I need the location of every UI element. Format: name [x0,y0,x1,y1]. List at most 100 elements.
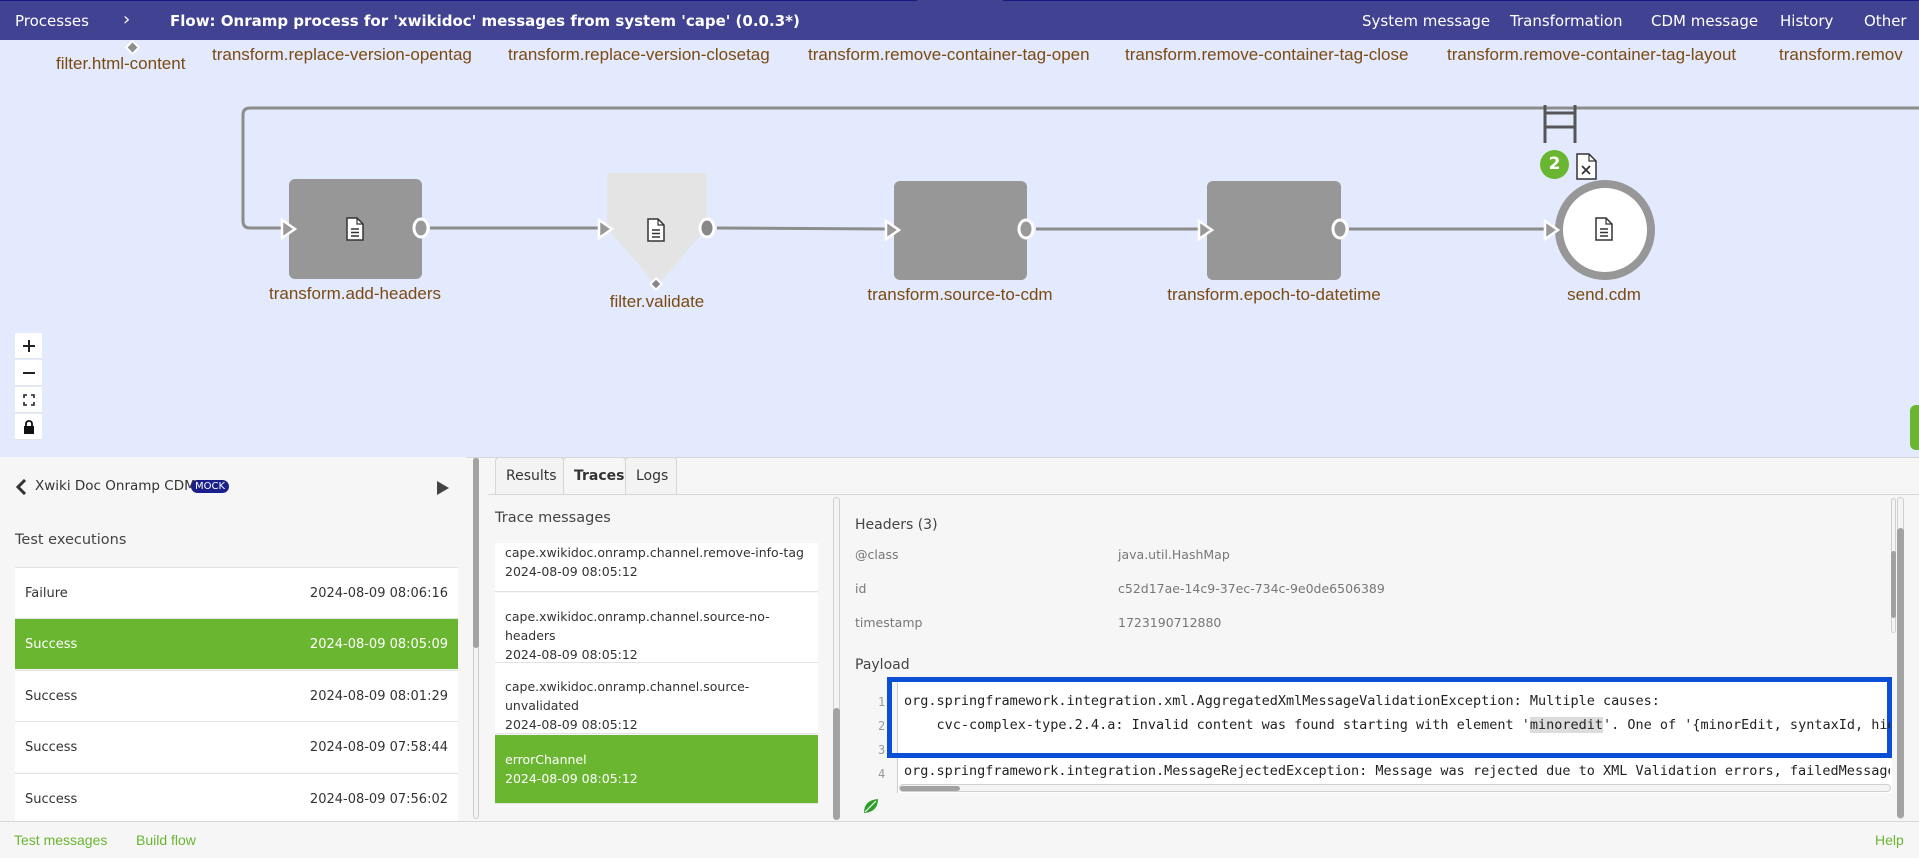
top-node-label[interactable]: transform.remove-container-tag-layout [1447,45,1736,65]
zoom-in-button[interactable] [15,333,42,359]
execution-row[interactable]: Success 2024-08-09 07:58:44 [15,721,458,772]
lock-button[interactable] [15,414,42,440]
scrollbar-thumb[interactable] [833,708,840,820]
trace-channel: cape.xwikidoc.onramp.channel.remove-info… [505,545,804,560]
edge-validate-to-source-to-cdm [716,226,895,231]
nav-history[interactable]: History [1780,12,1833,30]
details-scrollbar[interactable] [1897,497,1904,819]
test-messages-link[interactable]: Test messages [14,832,107,848]
help-link[interactable]: Help [1875,832,1904,848]
scrollbar-thumb[interactable] [1897,528,1904,818]
node-label: filter.validate [609,292,705,311]
breadcrumb-chevron-icon: › [123,9,131,30]
input-port-icon [1197,219,1215,241]
scrollbar-thumb[interactable] [900,786,960,791]
payload-h-scrollbar[interactable] [899,784,1891,792]
zoom-out-button[interactable] [15,360,42,386]
execution-time: 2024-08-09 08:06:16 [309,586,448,601]
top-node-label[interactable]: transform.remove-container-tag-open [808,45,1090,65]
line-number: 4 [878,767,886,781]
error-document-icon[interactable] [1576,153,1598,181]
top-node-label[interactable]: transform.replace-version-closetag [508,45,770,65]
trace-item-selected[interactable]: errorChannel 2024-08-09 08:05:12 [495,735,818,804]
execution-status: Success [25,792,78,807]
nav-system-message[interactable]: System message [1362,12,1490,30]
header-key: id [855,581,867,596]
node-label: transform.epoch-to-datetime [1167,285,1381,304]
loop-connection [241,106,1919,230]
execution-time: 2024-08-09 07:56:02 [309,792,448,807]
top-node-label[interactable]: transform.remove-container-tag-close [1125,45,1408,65]
side-drawer-toggle[interactable] [1910,405,1919,450]
nav-cdm-message[interactable]: CDM message [1651,12,1758,30]
footer: Test messages Build flow Help [0,821,1919,858]
payload-code-rest: org.springframework.integration.MessageR… [900,762,1890,782]
fit-view-button[interactable] [15,387,42,413]
node-transform-source-to-cdm[interactable] [894,181,1027,280]
tab-logs[interactable]: Logs [625,457,677,494]
top-node-label[interactable]: transform.remov [1779,45,1903,65]
document-icon [647,218,665,242]
execution-status: Failure [25,586,68,601]
filter-port-diamond [124,40,141,56]
node-label: send.cdm [1567,285,1641,304]
left-panel-scrollbar[interactable] [473,457,479,819]
plus-icon [22,339,35,352]
payload-line: org.springframework.integration.MessageR… [904,763,1890,779]
trace-messages-title: Trace messages [495,510,611,526]
tab-traces[interactable]: Traces [563,457,626,495]
execution-row[interactable]: Failure 2024-08-09 08:06:16 [15,567,458,618]
run-play-icon[interactable] [436,480,450,496]
back-chevron-icon[interactable] [15,479,27,495]
tabs-divider [488,494,1919,495]
flow-canvas[interactable]: filter.html-content transform.replace-ve… [0,40,1919,457]
node-transform-add-headers[interactable] [289,179,422,279]
build-flow-link[interactable]: Build flow [136,832,196,848]
execution-row[interactable]: Success 2024-08-09 07:56:02 [15,773,458,821]
lock-icon [23,419,34,434]
tab-results[interactable]: Results [495,457,564,494]
input-port-icon [1543,219,1561,241]
document-icon [346,217,364,241]
header-value: java.util.HashMap [1118,547,1230,562]
top-node-label[interactable]: transform.replace-version-opentag [212,45,472,65]
trace-time: 2024-08-09 08:05:12 [505,647,638,662]
header-value: 1723190712880 [1118,615,1222,630]
document-icon [1595,217,1613,241]
execution-status: Success [25,637,78,652]
scrollbar-thumb[interactable] [473,458,479,648]
node-label: transform.add-headers [269,284,441,303]
discard-port-diamond [648,276,664,292]
output-port-icon [1017,218,1035,240]
ladder-icon [1543,105,1577,143]
top-bar: Processes › Flow: Onramp process for 'xw… [0,0,1919,40]
trace-item[interactable]: cape.xwikidoc.onramp.channel.remove-info… [495,543,818,592]
section-title: Test executions [15,532,127,548]
code-text: cvc-complex-type.2.4.a: Invalid content … [904,717,1530,733]
nav-other[interactable]: Other [1864,12,1907,30]
output-port-icon [698,217,716,239]
execution-row-selected[interactable]: Success 2024-08-09 08:05:09 [15,618,458,669]
top-node-label[interactable]: filter.html-content [56,54,185,74]
breadcrumb-processes[interactable]: Processes [15,12,89,30]
trace-channel: cape.xwikidoc.onramp.channel.source-unva… [505,679,750,713]
execution-row[interactable]: Success 2024-08-09 08:01:29 [15,670,458,721]
headers-scrollbar[interactable] [1891,498,1896,633]
error-count-badge[interactable]: 2 [1540,150,1569,179]
scrollbar-thumb[interactable] [1891,551,1896,618]
payload-line: cvc-complex-type.2.4.a: Invalid content … [904,717,1890,733]
leaf-icon[interactable] [862,797,880,815]
input-port-icon [280,218,298,240]
traces-scrollbar[interactable] [833,497,840,820]
input-port-icon [597,218,615,240]
payload-line: org.springframework.integration.xml.Aggr… [904,693,1660,709]
trace-time: 2024-08-09 08:05:12 [505,564,638,579]
trace-item[interactable]: cape.xwikidoc.onramp.channel.source-unva… [495,663,818,734]
node-transform-epoch-to-datetime[interactable] [1207,181,1341,280]
minus-icon [22,371,35,374]
trace-item[interactable]: cape.xwikidoc.onramp.channel.source-no-h… [495,593,818,663]
trace-time: 2024-08-09 08:05:12 [505,771,638,786]
nav-transformation[interactable]: Transformation [1510,12,1623,30]
line-number: 2 [878,719,886,733]
mock-badge: MOCK [191,480,230,493]
